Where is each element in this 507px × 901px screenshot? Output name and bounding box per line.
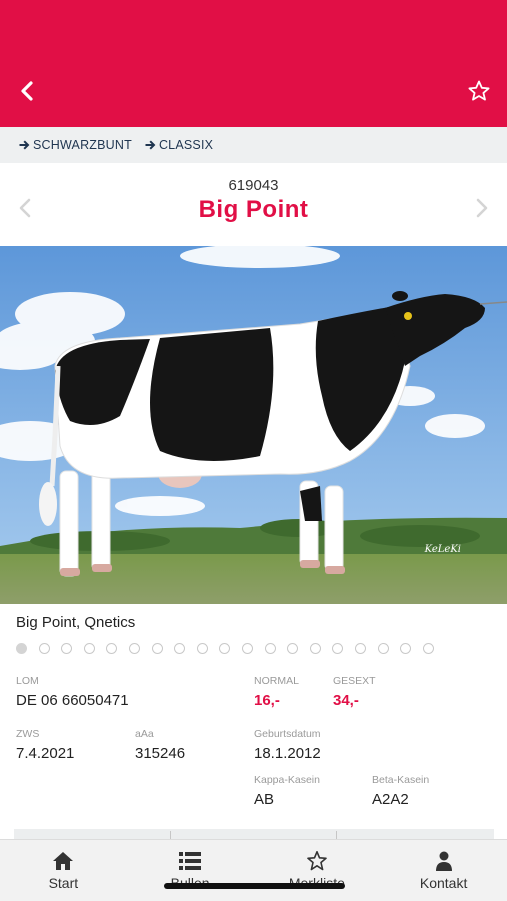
- divider: [170, 831, 171, 839]
- field-gesext: GESEXT 34,-: [333, 675, 376, 709]
- gallery-dot[interactable]: [219, 643, 231, 654]
- back-button[interactable]: [16, 78, 40, 104]
- gallery-dot[interactable]: [264, 643, 276, 654]
- field-lom: LOM DE 06 66050471: [16, 675, 129, 709]
- gallery-dot[interactable]: [287, 643, 299, 654]
- gallery-dot[interactable]: [106, 643, 118, 654]
- gallery-dot[interactable]: [83, 643, 95, 654]
- tab-merkliste[interactable]: Merkliste: [254, 840, 381, 901]
- star-outline-icon: [307, 851, 327, 871]
- field-aaa: aAa 315246: [135, 728, 185, 762]
- tab-label: Kontakt: [419, 875, 468, 891]
- field-label: aAa: [135, 728, 154, 740]
- field-label: ZWS: [16, 728, 40, 740]
- price-gesext: 34,-: [333, 692, 359, 709]
- field-value: AB: [254, 791, 275, 808]
- tab-label: Start: [48, 875, 79, 891]
- bull-name: Big Point: [198, 196, 309, 223]
- favorite-button[interactable]: [467, 79, 491, 103]
- field-value: 7.4.2021: [16, 745, 75, 762]
- gallery-pagination: [16, 643, 434, 654]
- list-icon: [179, 852, 202, 870]
- breadcrumb-item-classix[interactable]: CLASSIX: [144, 138, 213, 152]
- star-outline-icon: [468, 80, 490, 101]
- field-label: NORMAL: [254, 675, 299, 687]
- bull-photo[interactable]: KeLeKi: [0, 246, 507, 604]
- gallery-dot[interactable]: [377, 643, 389, 654]
- chevron-right-icon: [476, 198, 488, 218]
- gallery-dot[interactable]: [241, 643, 253, 654]
- breadcrumb: SCHWARZBUNT CLASSIX: [0, 127, 507, 163]
- price-normal: 16,-: [254, 692, 280, 709]
- gallery-dot[interactable]: [332, 643, 344, 654]
- gallery-dot[interactable]: [151, 643, 163, 654]
- home-icon: [53, 852, 74, 870]
- field-value: DE 06 66050471: [16, 692, 129, 709]
- gallery-dot[interactable]: [196, 643, 208, 654]
- tab-bullen[interactable]: Bullen: [127, 840, 254, 901]
- photo-caption: Big Point, Qnetics: [16, 614, 136, 631]
- next-bull-button[interactable]: [471, 196, 491, 220]
- photo-watermark: KeLeKi: [424, 544, 461, 555]
- gallery-dot[interactable]: [422, 643, 434, 654]
- field-beta-kasein: Beta-Kasein A2A2: [372, 774, 429, 808]
- app-header: [0, 0, 507, 127]
- action-buttons-row[interactable]: [14, 829, 494, 839]
- field-geburtsdatum: Geburtsdatum 18.1.2012: [254, 728, 321, 762]
- home-indicator: [164, 883, 345, 889]
- gallery-dot[interactable]: [128, 643, 140, 654]
- field-value: A2A2: [372, 791, 409, 808]
- gallery-dot[interactable]: [309, 643, 321, 654]
- breadcrumb-label: SCHWARZBUNT: [33, 138, 132, 152]
- field-normal: NORMAL 16,-: [254, 675, 299, 709]
- gallery-dot[interactable]: [38, 643, 50, 654]
- tab-kontakt[interactable]: Kontakt: [380, 840, 507, 901]
- field-zws: ZWS 7.4.2021: [16, 728, 74, 762]
- gallery-dot[interactable]: [174, 643, 186, 654]
- arrow-right-icon: [145, 140, 156, 150]
- field-label: GESEXT: [333, 675, 376, 687]
- field-value: 315246: [135, 745, 186, 762]
- gallery-dot[interactable]: [354, 643, 366, 654]
- gallery-dot[interactable]: [61, 643, 73, 654]
- field-label: LOM: [16, 675, 39, 687]
- field-kappa-kasein: Kappa-Kasein AB: [254, 774, 320, 808]
- field-label: Kappa-Kasein: [254, 774, 320, 786]
- divider: [336, 831, 337, 839]
- bull-title-section: 619043 Big Point: [0, 163, 507, 246]
- chevron-left-icon: [21, 81, 33, 101]
- breadcrumb-label: CLASSIX: [158, 138, 214, 152]
- gallery-dot[interactable]: [16, 643, 27, 654]
- field-value: 18.1.2012: [254, 745, 321, 762]
- gallery-dot[interactable]: [400, 643, 412, 654]
- field-label: Geburtsdatum: [254, 728, 321, 740]
- bull-id: 619043: [228, 177, 279, 194]
- tab-bar: Start Bullen Merkliste Kontakt: [0, 839, 507, 901]
- field-label: Beta-Kasein: [372, 774, 430, 786]
- breadcrumb-item-schwarzbunt[interactable]: SCHWARZBUNT: [18, 138, 132, 152]
- tab-start[interactable]: Start: [0, 840, 127, 901]
- arrow-right-icon: [19, 140, 30, 150]
- person-icon: [435, 851, 452, 871]
